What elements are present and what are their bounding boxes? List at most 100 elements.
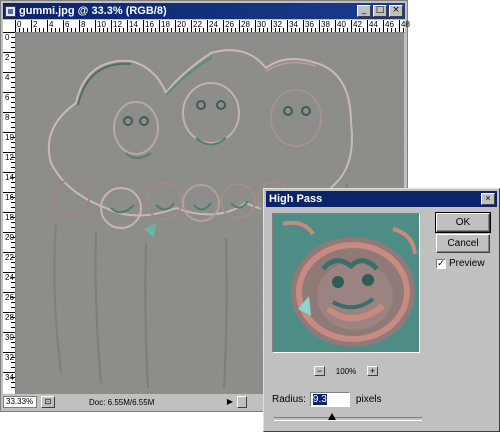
- ruler-tick: [11, 107, 15, 108]
- ruler-tick: [355, 28, 356, 32]
- status-menu-button[interactable]: ⊡: [41, 396, 55, 408]
- horizontal-scroll-button[interactable]: [237, 396, 247, 408]
- ruler-tick: [287, 20, 288, 32]
- zoom-percentage: 100%: [335, 366, 357, 376]
- ruler-tick: [11, 302, 15, 303]
- zoom-in-button[interactable]: +: [367, 366, 378, 376]
- close-button[interactable]: ×: [389, 5, 403, 17]
- dialog-title: High Pass: [269, 193, 323, 205]
- ruler-tick: [163, 28, 164, 32]
- ruler-tick: [11, 247, 15, 248]
- radius-unit: pixels: [355, 394, 382, 405]
- ruler-tick: [19, 28, 20, 32]
- preview-checkbox[interactable]: ✓: [436, 258, 446, 269]
- ruler-tick: [187, 28, 188, 32]
- radius-slider-thumb[interactable]: [328, 413, 336, 420]
- ruler-tick: [295, 28, 296, 32]
- ruler-tick: [383, 20, 384, 32]
- ruler-tick: [75, 28, 76, 32]
- ruler-tick: [11, 67, 15, 68]
- ruler-tick: [51, 28, 52, 32]
- ok-button[interactable]: OK: [435, 212, 491, 233]
- horizontal-ruler[interactable]: 0 2 4 6 8 10 12 14 16 18 20 22 24 26 28 30 32 34 36 38 40 42 4…: [15, 20, 410, 33]
- ruler-tick: [115, 28, 116, 32]
- ruler-tick: [11, 222, 15, 223]
- ruler-tick: [311, 28, 312, 32]
- preview-label: Preview: [449, 258, 485, 269]
- ruler-tick: [11, 62, 15, 63]
- cancel-button[interactable]: Cancel: [436, 234, 490, 253]
- vertical-ruler[interactable]: 0 2 4 6 8 10 12 14 16 18 20 22 24 26 28 30 32 34: [3, 32, 16, 394]
- ruler-tick: [11, 127, 15, 128]
- ruler-tick: [111, 20, 112, 32]
- ruler-tick: [127, 20, 128, 32]
- ruler-tick: [11, 57, 15, 58]
- ruler-tick: [11, 297, 15, 298]
- document-titlebar[interactable]: gummi.jpg @ 33.3% (RGB/8) _ □ ×: [3, 3, 405, 19]
- ruler-tick: [59, 28, 60, 32]
- ruler-tick: [331, 28, 332, 32]
- ruler-tick: [11, 377, 15, 378]
- ruler-tick: [79, 20, 80, 32]
- ruler-tick: [11, 207, 15, 208]
- radius-value: 9.3: [312, 394, 327, 405]
- ruler-tick: [11, 217, 15, 218]
- ruler-tick: [391, 28, 392, 32]
- ruler-tick: [215, 28, 216, 32]
- ruler-tick: [183, 28, 184, 32]
- ruler-tick: [171, 28, 172, 32]
- ruler-tick: [179, 28, 180, 32]
- zoom-level-field[interactable]: 33.33%: [3, 396, 37, 408]
- ruler-tick: [43, 28, 44, 32]
- ruler-tick: [11, 322, 15, 323]
- ruler-tick: [267, 28, 268, 32]
- ruler-tick: [11, 197, 15, 198]
- ruler-tick: [307, 28, 308, 32]
- ruler-tick: [367, 20, 368, 32]
- zoom-out-button[interactable]: −: [314, 366, 325, 376]
- ruler-tick: [11, 117, 15, 118]
- ruler-tick: [15, 20, 16, 32]
- ruler-tick: [11, 102, 15, 103]
- ruler-tick: [195, 28, 196, 32]
- ruler-tick: [271, 20, 272, 32]
- ruler-tick: [11, 142, 15, 143]
- radius-input[interactable]: 9.3: [309, 392, 350, 407]
- radius-label: Radius:: [272, 394, 306, 405]
- radius-slider-track[interactable]: [274, 417, 422, 421]
- ruler-tick: [11, 202, 15, 203]
- ruler-tick: [387, 28, 388, 32]
- ruler-tick: [11, 147, 15, 148]
- minimize-button[interactable]: _: [357, 5, 371, 17]
- ruler-tick: [191, 20, 192, 32]
- ruler-tick: [143, 20, 144, 32]
- high-pass-dialog: High Pass × − 100% + OK Cancel ✓ Preview…: [263, 188, 500, 432]
- status-arrow-icon[interactable]: ▶: [225, 396, 235, 408]
- ruler-tick: [11, 162, 15, 163]
- ruler-tick: [11, 367, 15, 368]
- ruler-label: 6: [5, 93, 10, 102]
- dialog-close-button[interactable]: ×: [481, 193, 495, 205]
- document-title: gummi.jpg @ 33.3% (RGB/8): [19, 5, 167, 17]
- ruler-tick: [279, 28, 280, 32]
- ruler-tick: [107, 28, 108, 32]
- ruler-tick: [303, 20, 304, 32]
- ruler-tick: [231, 28, 232, 32]
- ruler-tick: [251, 28, 252, 32]
- preview-checkbox-row[interactable]: ✓ Preview: [436, 258, 485, 269]
- ruler-tick: [175, 20, 176, 32]
- maximize-button[interactable]: □: [373, 5, 387, 17]
- ruler-tick: [11, 87, 15, 88]
- ruler-tick: [239, 20, 240, 32]
- ruler-label: 4: [5, 73, 10, 82]
- ruler-tick: [31, 20, 32, 32]
- ruler-tick: [11, 282, 15, 283]
- ruler-tick: [27, 28, 28, 32]
- ruler-tick: [11, 42, 15, 43]
- ruler-tick: [11, 382, 15, 383]
- ruler-tick: [11, 37, 15, 38]
- filter-preview[interactable]: [272, 213, 420, 353]
- ruler-tick: [11, 242, 15, 243]
- dialog-titlebar[interactable]: High Pass ×: [266, 191, 497, 207]
- ruler-tick: [95, 20, 96, 32]
